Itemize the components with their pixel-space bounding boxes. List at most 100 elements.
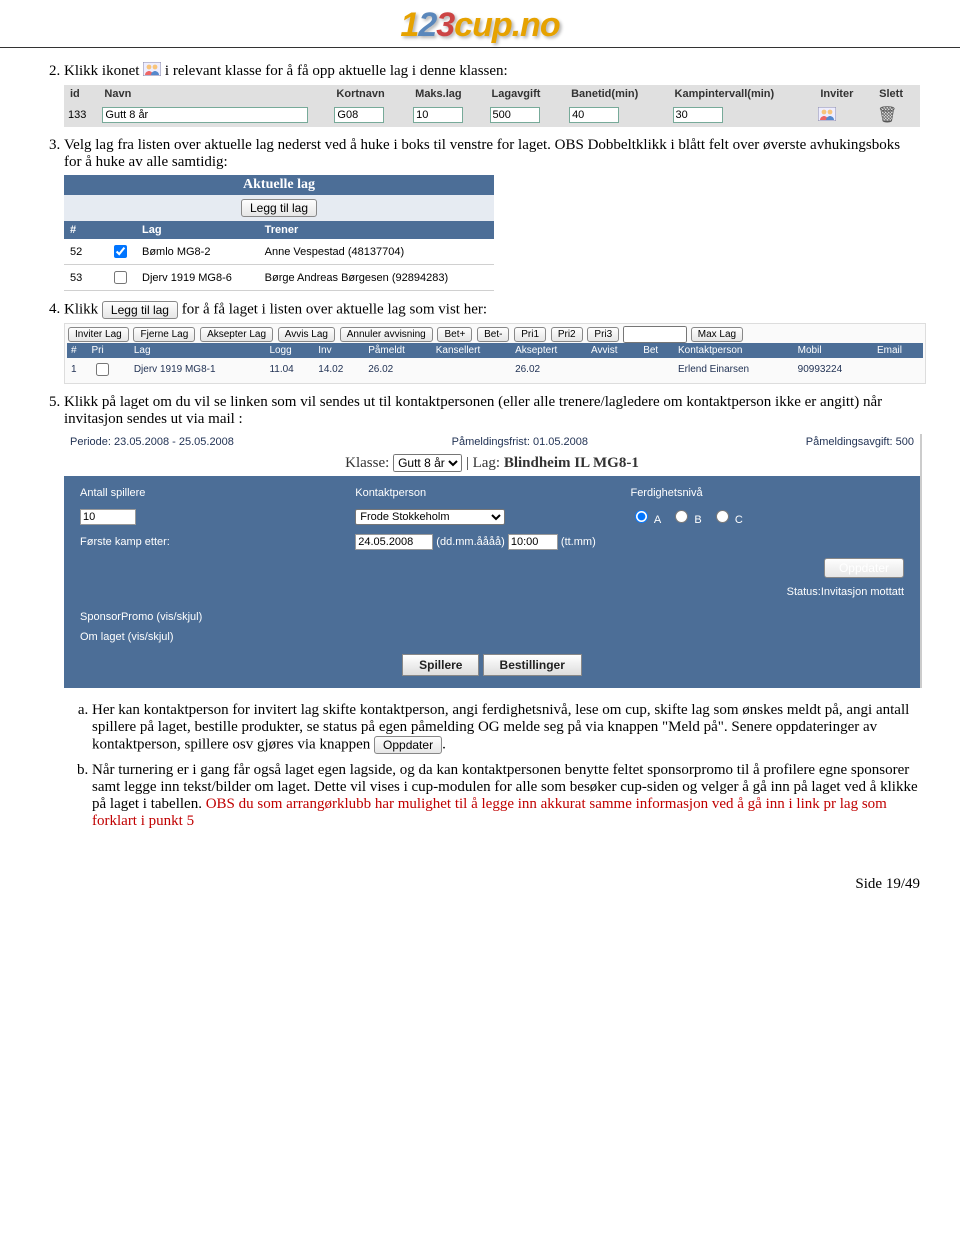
oppdater-inline-button[interactable]: Oppdater — [374, 736, 442, 754]
intervall-input[interactable] — [673, 107, 723, 123]
row-checkbox[interactable] — [114, 245, 127, 258]
ah-logg: Logg — [265, 343, 314, 358]
maxlag-button[interactable]: Max Lag — [691, 327, 743, 342]
list-item: 53 Djerv 1919 MG8-6 Børge Andreas Børges… — [64, 265, 494, 291]
c-bet — [639, 358, 674, 381]
forste-time-input[interactable] — [508, 534, 558, 550]
ah-bet: Bet — [639, 343, 674, 358]
pri1-button[interactable]: Pri1 — [514, 327, 546, 342]
radio-b-label[interactable]: B — [670, 514, 701, 526]
add-team-button[interactable]: Legg til lag — [241, 199, 317, 217]
inviter-lag-button[interactable]: Inviter Lag — [68, 327, 129, 342]
antall-input[interactable] — [80, 509, 136, 525]
row-lag: Bømlo MG8-2 — [136, 239, 259, 265]
maxlag-input[interactable] — [623, 326, 687, 343]
bet-minus-button[interactable]: Bet- — [477, 327, 509, 342]
forste-date-input[interactable] — [355, 534, 433, 550]
omlaget-toggle[interactable]: Om laget (vis/skjul) — [80, 631, 174, 643]
radio-b[interactable] — [675, 510, 688, 523]
subb-2: OBS du som arrangørklubb har mulighet ti… — [92, 796, 887, 829]
step-5: Klikk på laget om du vil se linken som v… — [64, 394, 920, 830]
maks-input[interactable] — [413, 107, 463, 123]
c-avv — [587, 358, 639, 381]
th-kamp: Kampintervall(min) — [669, 85, 815, 103]
ah-avv: Avvist — [587, 343, 639, 358]
annuler-button[interactable]: Annuler avvisning — [340, 327, 433, 342]
delete-cell[interactable]: 🗑 — [873, 103, 920, 127]
ferdig-label: Ferdighetsnivå — [630, 487, 702, 499]
th-check[interactable] — [104, 221, 136, 239]
radio-a[interactable] — [635, 510, 648, 523]
radio-c[interactable] — [716, 510, 729, 523]
oppdater-button[interactable]: Oppdater — [824, 558, 904, 578]
bestillinger-tab[interactable]: Bestillinger — [483, 654, 582, 676]
status-text: Status:Invitasjon mottatt — [787, 586, 904, 598]
step4-pre: Klikk — [64, 301, 102, 317]
people-icon — [143, 62, 161, 81]
sponsor-toggle[interactable]: SponsorPromo (vis/skjul) — [80, 611, 202, 623]
row-checkbox[interactable] — [114, 271, 127, 284]
aktuelle-title: Aktuelle lag — [64, 175, 494, 195]
fjerne-lag-button[interactable]: Fjerne Lag — [133, 327, 195, 342]
spillere-tab[interactable]: Spillere — [402, 654, 479, 676]
c-n: 1 — [67, 358, 88, 381]
step-3: Velg lag fra listen over aktuelle lag ne… — [64, 137, 920, 291]
forste-label: Første kamp etter: — [80, 536, 170, 548]
row-trener: Anne Vespestad (48137704) — [259, 239, 494, 265]
kort-input[interactable] — [334, 107, 384, 123]
avgift: Påmeldingsavgift: 500 — [806, 436, 914, 448]
antall-label: Antall spillere — [80, 487, 145, 499]
c-logg: 11.04 — [265, 358, 314, 381]
pri3-button[interactable]: Pri3 — [587, 327, 619, 342]
row-num: 52 — [64, 239, 104, 265]
class-table: id Navn Kortnavn Maks.lag Lagavgift Bane… — [64, 85, 920, 127]
step3-text: Velg lag fra listen over aktuelle lag ne… — [64, 137, 900, 170]
radio-a-label[interactable]: A — [630, 514, 661, 526]
radio-c-label[interactable]: C — [711, 514, 743, 526]
th-lag: Lag — [136, 221, 259, 239]
invite-cell[interactable] — [814, 103, 873, 127]
c-kont: Erlend Einarsen — [674, 358, 794, 381]
legg-til-lag-button[interactable]: Legg til lag — [102, 301, 178, 319]
bet-plus-button[interactable]: Bet+ — [437, 327, 472, 342]
people-icon — [818, 107, 836, 124]
row-num: 53 — [64, 265, 104, 291]
th-inv: Inviter — [814, 85, 873, 103]
list-item: 52 Bømlo MG8-2 Anne Vespestad (48137704) — [64, 239, 494, 265]
aksepter-lag-button[interactable]: Aksepter Lag — [200, 327, 273, 342]
banetid-input[interactable] — [569, 107, 619, 123]
lag-value: Blindheim IL MG8-1 — [504, 455, 639, 471]
periode: Periode: 23.05.2008 - 25.05.2008 — [70, 436, 234, 448]
date-hint: (dd.mm.åååå) — [436, 536, 504, 548]
navn-input[interactable] — [102, 107, 308, 123]
ah-kont: Kontaktperson — [674, 343, 794, 358]
th-avg: Lagavgift — [486, 85, 566, 103]
step4-post: for å få laget i listen over aktuelle la… — [182, 301, 487, 317]
klasse-select[interactable]: Gutt 8 år — [393, 454, 462, 472]
ah-aks: Akseptert — [511, 343, 587, 358]
row-checkbox[interactable] — [96, 363, 109, 376]
avgift-input[interactable] — [490, 107, 540, 123]
table-row: 133 🗑 — [64, 103, 920, 127]
trash-icon: 🗑 — [877, 107, 897, 124]
c-mob: 90993224 — [794, 358, 873, 381]
row-lag: Djerv 1919 MG8-6 — [136, 265, 259, 291]
header: 123cup.no — [0, 0, 960, 48]
c-lag[interactable]: Djerv 1919 MG8-1 — [130, 358, 266, 381]
avvis-lag-button[interactable]: Avvis Lag — [278, 327, 335, 342]
kontakt-select[interactable]: Frode Stokkeholm — [355, 509, 505, 525]
suba-2: . — [442, 736, 446, 752]
step2-post: i relevant klasse for å få opp aktuelle … — [165, 63, 508, 79]
suba-1: Her kan kontaktperson for invitert lag s… — [92, 702, 909, 752]
th-navn: Navn — [98, 85, 330, 103]
team-form: Periode: 23.05.2008 - 25.05.2008 Påmeldi… — [64, 434, 922, 688]
pri2-button[interactable]: Pri2 — [551, 327, 583, 342]
aktuelle-box: Aktuelle lag Legg til lag # Lag Trener 5… — [64, 175, 494, 291]
site-logo: 123cup.no — [400, 6, 559, 44]
c-kans — [432, 358, 511, 381]
ah-n: # — [67, 343, 88, 358]
action-bar: Inviter Lag Fjerne Lag Aksepter Lag Avvi… — [64, 323, 926, 384]
table-row: 1 Djerv 1919 MG8-1 11.04 14.02 26.02 26.… — [67, 358, 923, 381]
c-inv: 14.02 — [314, 358, 364, 381]
ah-pri: Pri — [88, 343, 130, 358]
